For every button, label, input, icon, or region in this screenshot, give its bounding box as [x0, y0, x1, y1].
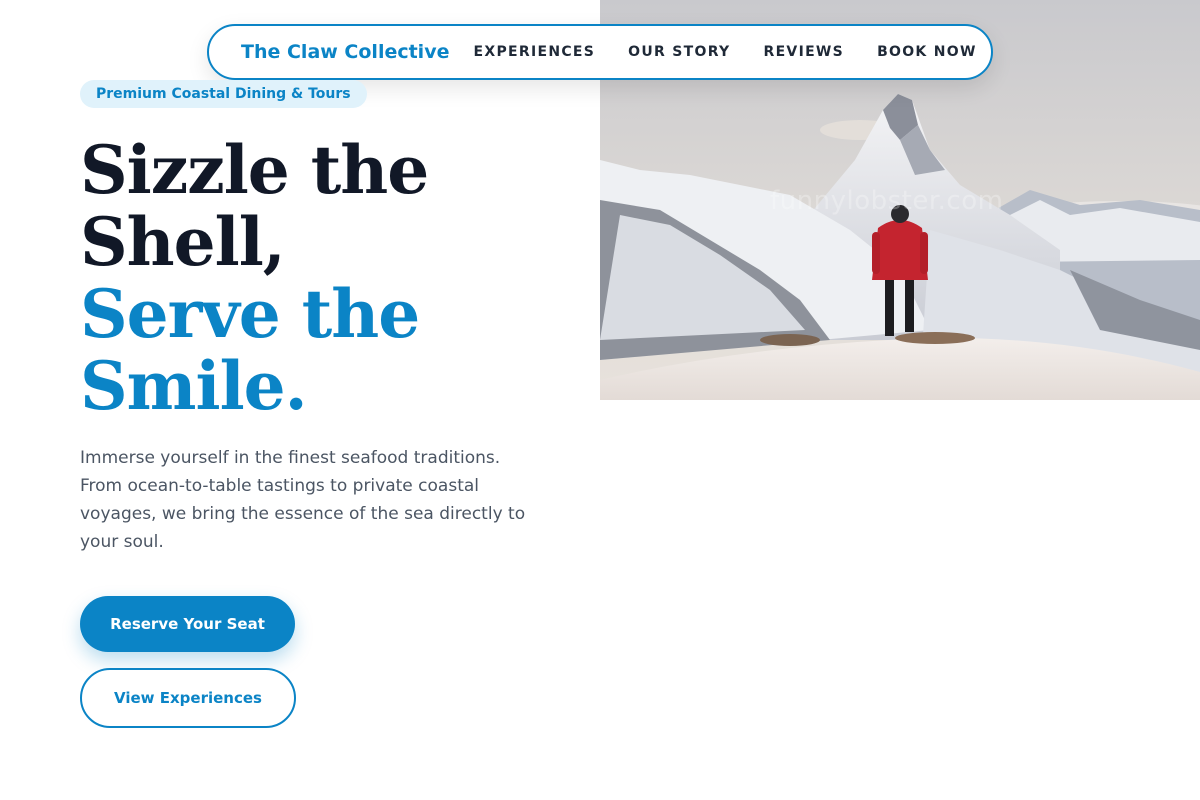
headline-line-1: Sizzle the [80, 131, 429, 209]
nav-links: EXPERIENCES OUR STORY REVIEWS BOOK NOW [473, 44, 976, 60]
nav-link-reviews[interactable]: REVIEWS [763, 44, 844, 60]
view-experiences-button[interactable]: View Experiences [80, 668, 296, 728]
nav-link-experiences[interactable]: EXPERIENCES [473, 44, 595, 60]
headline-line-2: Shell, [80, 203, 286, 281]
top-navigation: The Claw Collective EXPERIENCES OUR STOR… [207, 24, 993, 80]
hero-description: Immerse yourself in the finest seafood t… [80, 448, 526, 552]
headline-line-4: Smile. [80, 347, 308, 425]
hero-badge: Premium Coastal Dining & Tours [80, 80, 367, 108]
landing-page: funnylobster.com The Claw Collective EXP… [0, 0, 1200, 800]
brand-logo-text[interactable]: The Claw Collective [241, 41, 449, 63]
hero-headline: Sizzle the Shell, Serve the Smile. [80, 131, 429, 425]
image-watermark: funnylobster.com [770, 186, 1004, 216]
reserve-seat-button[interactable]: Reserve Your Seat [80, 596, 295, 652]
nav-link-book-now[interactable]: BOOK NOW [877, 44, 977, 60]
headline-line-3: Serve the [80, 275, 420, 353]
nav-link-our-story[interactable]: OUR STORY [628, 44, 730, 60]
